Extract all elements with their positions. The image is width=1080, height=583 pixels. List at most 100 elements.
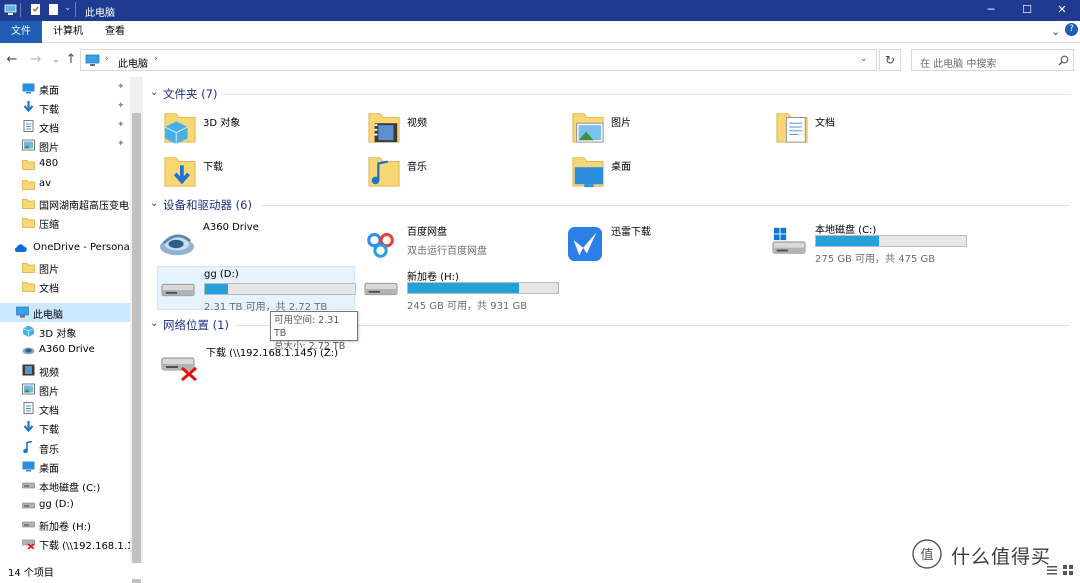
sidebar-item[interactable]: 480	[0, 155, 130, 174]
sidebar-item[interactable]: gg (D:)	[0, 496, 130, 515]
sidebar-item-label: 下载 (\\192.168.1.14	[39, 541, 131, 552]
sidebar-item-label: 文档	[39, 284, 59, 295]
desktop-icon	[22, 461, 35, 472]
pin-icon[interactable]: ✦	[117, 120, 125, 130]
new-folder-icon[interactable]	[47, 3, 60, 16]
sidebar-item[interactable]: 下载 (\\192.168.1.14	[0, 534, 131, 553]
quick-access-dropdown-icon[interactable]: ⌄	[64, 3, 72, 13]
folder-item[interactable]: 音乐	[367, 152, 557, 194]
sidebar-item[interactable]: 新加卷 (H:)	[0, 515, 130, 534]
sidebar-item[interactable]: 图片 ✦	[0, 136, 130, 155]
up-arrow-icon[interactable]: ↑	[63, 52, 79, 68]
sidebar-item[interactable]: 下载 ✦	[0, 98, 130, 117]
address-bar[interactable]: › 此电脑 › ⌄	[80, 49, 877, 71]
forward-arrow-icon[interactable]: →	[28, 52, 44, 68]
sidebar-item[interactable]: 下载	[0, 418, 130, 437]
drive-item[interactable]: 百度网盘 双击运行百度网盘	[361, 221, 559, 265]
close-button[interactable]: ✕	[1044, 0, 1080, 21]
drive-item[interactable]: 新加卷 (H:) 245 GB 可用，共 931 GB	[361, 266, 559, 312]
chevron-down-icon[interactable]: ⌄	[150, 87, 158, 98]
drive-item[interactable]: A360 Drive	[157, 220, 355, 264]
sidebar-item[interactable]: 国网湖南超高压变电公	[0, 194, 131, 213]
sidebar-item[interactable]: av	[0, 175, 130, 194]
sidebar-item[interactable]: 本地磁盘 (C:)	[0, 476, 130, 495]
sidebar-item[interactable]: 视频	[0, 361, 130, 380]
sidebar-item[interactable]: 桌面 ✦	[0, 79, 130, 98]
folder-label: 音乐	[407, 162, 427, 173]
breadcrumb-separator-icon[interactable]: ›	[154, 54, 158, 64]
tab-computer[interactable]: 计算机	[43, 21, 93, 43]
chevron-down-icon[interactable]: ⌄	[150, 318, 158, 329]
ribbon-expand-icon[interactable]: ⌄	[1051, 25, 1060, 38]
pin-icon[interactable]: ✦	[117, 139, 125, 149]
section-drives-header[interactable]: ⌄ 设备和驱动器 (6)	[150, 197, 1070, 213]
sidebar-item[interactable]: 桌面	[0, 457, 130, 476]
sidebar-item[interactable]: 文档 ✦	[0, 117, 130, 136]
drive-label: A360 Drive	[203, 222, 259, 233]
folder-item[interactable]: 文档	[775, 108, 965, 150]
capacity-bar-fill	[205, 284, 228, 294]
drive-label: 迅雷下载	[611, 227, 651, 238]
sidebar-scrollbar[interactable]	[130, 77, 143, 583]
sidebar-item-label: 下载	[39, 425, 59, 436]
section-title: 设备和驱动器 (6)	[163, 198, 252, 212]
pin-icon[interactable]: ✦	[117, 101, 125, 111]
chevron-down-icon[interactable]: ⌄	[150, 198, 158, 209]
sidebar-item[interactable]: A360 Drive	[0, 341, 130, 360]
sidebar-item[interactable]: 音乐	[0, 438, 130, 457]
tab-view[interactable]: 查看	[95, 21, 135, 43]
pin-icon[interactable]: ✦	[117, 82, 125, 92]
section-divider	[235, 325, 1070, 326]
folder-item[interactable]: 下载	[163, 152, 353, 194]
folder-icon	[22, 263, 35, 273]
ribbon-tabs: 文件 计算机 查看 ⌄ ?	[0, 21, 1080, 43]
sidebar-item-label: A360 Drive	[39, 344, 95, 355]
search-input[interactable]: 在 此电脑 中搜索	[911, 49, 1074, 71]
folder-label: 图片	[611, 118, 631, 129]
sidebar-item[interactable]: 图片	[0, 380, 130, 399]
desktop-icon	[22, 83, 35, 94]
help-button[interactable]: ?	[1065, 23, 1078, 36]
drive-item[interactable]: gg (D:) 2.31 TB 可用，共 2.72 TB	[157, 266, 356, 313]
this-pc-icon	[85, 54, 100, 66]
address-history-dropdown-icon[interactable]: ⌄	[860, 54, 868, 64]
back-arrow-icon[interactable]: ←	[4, 52, 20, 68]
desktop-icon	[572, 157, 604, 188]
sidebar-item[interactable]: OneDrive - Personal	[0, 239, 133, 258]
sidebar-item[interactable]: 图片	[0, 258, 130, 277]
drive-item[interactable]: 迅雷下载	[565, 221, 763, 265]
recent-locations-icon[interactable]: ⌄	[48, 52, 64, 68]
maximize-button[interactable]: ☐	[1009, 0, 1045, 21]
folder-item[interactable]: 桌面	[571, 152, 761, 194]
folder-item[interactable]: 图片	[571, 108, 761, 150]
scrollbar-thumb[interactable]	[132, 113, 141, 583]
sidebar-item-label: 3D 对象	[39, 329, 77, 340]
sidebar-item-label: 480	[39, 158, 59, 169]
breadcrumb[interactable]: 此电脑	[118, 55, 148, 70]
sidebar-item[interactable]: 此电脑	[0, 303, 130, 322]
watermark-text: 什么值得买	[951, 546, 1052, 568]
properties-icon[interactable]	[29, 3, 42, 16]
sidebar-item-label: 图片	[39, 387, 59, 398]
sidebar-item[interactable]: 压缩	[0, 213, 130, 232]
drive-item[interactable]: 本地磁盘 (C:) 275 GB 可用，共 475 GB	[769, 219, 967, 265]
section-folders-header[interactable]: ⌄ 文件夹 (7)	[150, 86, 1070, 102]
sidebar-item[interactable]: 文档	[0, 399, 130, 418]
sidebar-item[interactable]: 3D 对象	[0, 322, 130, 341]
drive-label: 百度网盘	[407, 227, 447, 238]
folder-item[interactable]: 3D 对象	[163, 108, 353, 150]
download-icon	[23, 421, 34, 433]
item-count: 14 个项目	[8, 568, 54, 579]
sidebar-item[interactable]: 文档	[0, 277, 130, 296]
this-pc-icon	[16, 306, 29, 318]
sidebar-item-label: 新加卷 (H:)	[39, 522, 91, 533]
tab-file[interactable]: 文件	[0, 21, 42, 43]
sidebar-item-label: 文档	[39, 406, 59, 417]
folder-label: 下载	[203, 162, 223, 173]
refresh-button[interactable]: ↻	[879, 49, 901, 71]
this-pc-icon[interactable]	[4, 3, 17, 16]
minimize-button[interactable]: ─	[973, 0, 1009, 21]
capacity-text: 275 GB 可用，共 475 GB	[815, 254, 936, 265]
folder-item[interactable]: 视频	[367, 108, 557, 150]
breadcrumb-separator-icon[interactable]: ›	[105, 54, 109, 64]
